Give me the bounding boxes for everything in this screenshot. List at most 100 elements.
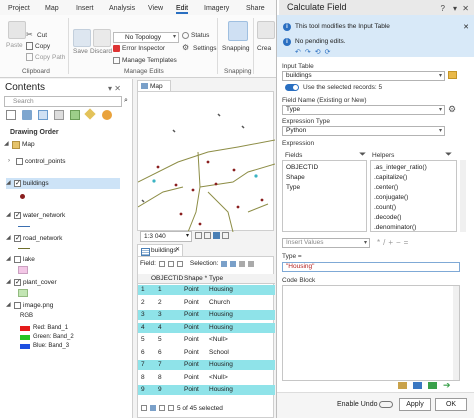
error-inspector-button[interactable]: Error Inspector: [113, 45, 165, 52]
column-type[interactable]: Type: [209, 274, 223, 284]
helpers-list[interactable]: .as_integer_ratio() .capitalize() .cente…: [370, 160, 457, 232]
insert-values-dropdown[interactable]: Insert Values: [282, 238, 370, 248]
operator-buttons-icon[interactable]: */+−=: [377, 238, 411, 247]
cut-button[interactable]: ✂ Cut: [26, 31, 47, 40]
close-icon[interactable]: ✕: [175, 245, 180, 256]
list-source-icon[interactable]: [22, 110, 32, 120]
topology-dropdown[interactable]: No Topology: [113, 32, 179, 43]
edit-actions-icon[interactable]: ↶↷⟲⟳: [295, 48, 334, 56]
tree-item-control-points[interactable]: › control_points: [8, 156, 65, 167]
chevron-down-icon[interactable]: ◢: [6, 210, 12, 221]
helper-item[interactable]: .conjugate(): [374, 194, 408, 201]
save-expression-icon[interactable]: [413, 382, 422, 389]
help-icon[interactable]: ?: [441, 1, 445, 16]
verify-expression-icon[interactable]: [428, 382, 437, 389]
add-field-icon[interactable]: [158, 260, 165, 267]
pane-options-icon[interactable]: ▾ ✕: [108, 84, 121, 93]
table-row[interactable]: 8 8 Point <Null>: [138, 373, 275, 383]
tree-item-buildings[interactable]: ◢ buildings: [6, 178, 120, 189]
row-number[interactable]: 9: [141, 385, 145, 395]
save-button[interactable]: Save: [73, 48, 88, 55]
code-block-scrollbar[interactable]: [453, 286, 459, 380]
tab-edit[interactable]: Edit: [176, 3, 189, 14]
load-expression-icon[interactable]: [398, 382, 407, 389]
chevron-down-icon[interactable]: ◢: [6, 233, 12, 244]
show-all-icon[interactable]: [141, 405, 147, 411]
input-table-field[interactable]: buildings: [282, 71, 445, 81]
visibility-checkbox[interactable]: [14, 210, 21, 221]
fields-list[interactable]: OBJECTID Shape Type: [282, 160, 367, 232]
close-banner-icon[interactable]: ✕: [463, 23, 469, 31]
tab-view[interactable]: View: [148, 3, 163, 14]
visibility-checkbox[interactable]: [14, 277, 21, 288]
table-row[interactable]: 9 9 Point Housing: [138, 385, 275, 395]
folder-icon[interactable]: [448, 71, 457, 79]
visibility-checkbox[interactable]: [14, 178, 21, 189]
table-row[interactable]: 7 7 Point Housing: [138, 360, 275, 370]
tree-item-plant-cover[interactable]: ◢ plant_cover: [6, 277, 57, 288]
calculate-field-icon[interactable]: [167, 260, 174, 267]
row-number[interactable]: 6: [141, 348, 145, 358]
column-shape[interactable]: Shape *: [184, 274, 207, 284]
table-row[interactable]: 1 1 Point Housing: [138, 285, 275, 295]
close-icon[interactable]: ✕: [462, 1, 469, 16]
field-item[interactable]: OBJECTID: [286, 164, 318, 171]
filter-icon[interactable]: ⏷: [359, 149, 366, 160]
column-objectid[interactable]: OBJECTID: [151, 274, 183, 284]
gear-icon[interactable]: ⚙: [448, 104, 456, 115]
table-row[interactable]: 3 3 Point Housing: [138, 310, 275, 320]
field-name-field[interactable]: Type: [282, 105, 445, 115]
code-block-input[interactable]: [282, 285, 460, 381]
manage-templates-button[interactable]: Manage Templates: [113, 57, 177, 64]
apply-button[interactable]: Apply: [399, 398, 431, 411]
helper-item[interactable]: .count(): [374, 204, 396, 211]
field-item[interactable]: Type: [286, 184, 300, 191]
tree-item-road-network[interactable]: ◢ road_network: [6, 233, 62, 244]
copy-path-button[interactable]: Copy Path: [26, 53, 65, 61]
filter-icon[interactable]: ⏷: [445, 149, 452, 160]
map-view-tab[interactable]: Map: [137, 80, 171, 91]
row-number[interactable]: 7: [141, 360, 145, 370]
helpers-scrollbar[interactable]: [460, 160, 466, 232]
table-row[interactable]: 4 4 Point Housing: [138, 322, 275, 333]
use-selected-toggle[interactable]: [285, 84, 299, 91]
tab-project[interactable]: Project: [8, 3, 30, 14]
tab-map[interactable]: Map: [45, 3, 59, 14]
row-number[interactable]: 3: [141, 310, 145, 320]
visibility-checkbox[interactable]: [14, 256, 21, 263]
chevron-right-icon[interactable]: ›: [8, 156, 14, 167]
field-view-icon[interactable]: [176, 260, 183, 267]
visibility-checkbox[interactable]: [16, 158, 23, 165]
clear-selection-icon[interactable]: [248, 260, 255, 267]
map-scale-dropdown[interactable]: 1:3 040 ▾: [140, 231, 192, 242]
visibility-checkbox[interactable]: [14, 302, 21, 309]
list-snapping-icon[interactable]: [70, 110, 80, 120]
create-button[interactable]: Crea: [257, 45, 271, 52]
row-number[interactable]: 2: [141, 298, 145, 308]
list-labeling-icon[interactable]: [84, 108, 96, 120]
tab-analysis[interactable]: Analysis: [109, 3, 135, 14]
expression-type-field[interactable]: Python: [282, 126, 445, 136]
layout-icon[interactable]: [204, 232, 211, 239]
row-number[interactable]: 5: [141, 335, 145, 345]
snapping-button[interactable]: Snapping: [222, 45, 249, 52]
list-selection-icon[interactable]: [38, 110, 48, 120]
list-charts-icon[interactable]: [102, 110, 112, 120]
helper-item[interactable]: .capitalize(): [374, 174, 407, 181]
ok-button[interactable]: OK: [435, 398, 467, 411]
sort-icon[interactable]: [168, 405, 174, 411]
table-row[interactable]: 6 6 Point School: [138, 348, 275, 358]
table-row[interactable]: 5 5 Point <Null>: [138, 335, 275, 345]
tab-insert[interactable]: Insert: [76, 3, 94, 14]
search-icon[interactable]: ⌕: [124, 97, 128, 105]
discard-button[interactable]: Discard: [90, 48, 112, 55]
list-editing-icon[interactable]: [54, 110, 64, 120]
navigator-icon[interactable]: [213, 232, 220, 239]
pin-icon[interactable]: ▾: [453, 1, 457, 16]
expression-input[interactable]: "Housing": [282, 262, 460, 272]
chevron-down-icon[interactable]: ◢: [6, 254, 12, 265]
paste-button[interactable]: Paste: [6, 42, 23, 49]
helper-item[interactable]: .decode(): [374, 214, 401, 221]
visibility-checkbox[interactable]: [14, 233, 21, 244]
field-item[interactable]: Shape: [286, 174, 305, 181]
